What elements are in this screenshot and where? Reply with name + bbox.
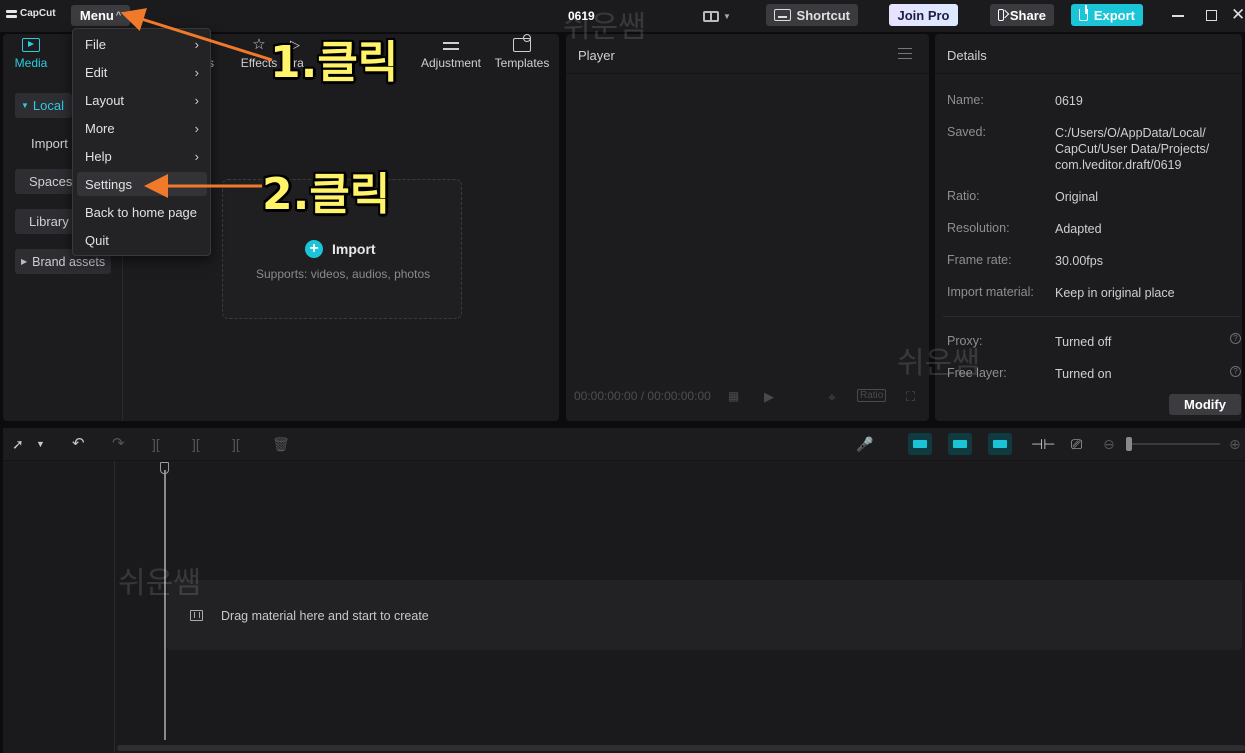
annotation-step1: 1.클릭 xyxy=(270,37,399,88)
arrow-to-menu xyxy=(120,8,273,62)
annotation-step2: 2.클릭 xyxy=(262,169,391,220)
annotation-arrows xyxy=(120,8,273,198)
